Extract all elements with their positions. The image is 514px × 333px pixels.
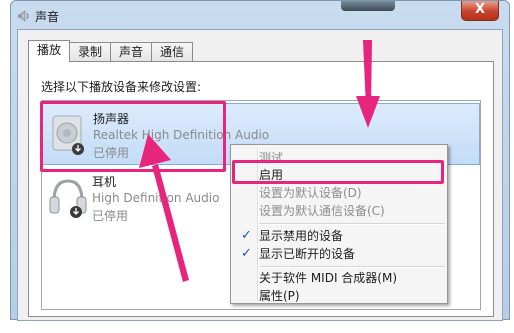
checkmark-icon: ✓ xyxy=(241,228,252,243)
close-icon: X xyxy=(474,2,486,17)
menu-item-label: 显示已断开的设备 xyxy=(259,247,356,261)
highlight-box-speaker xyxy=(40,101,226,172)
window-title: 声音 xyxy=(35,10,60,24)
device-status: 已停用 xyxy=(92,209,129,223)
checkmark-icon: ✓ xyxy=(241,246,252,261)
device-name: 耳机 xyxy=(92,175,117,189)
tab-strip: 播放 录制 声音 通信 xyxy=(28,40,194,62)
close-button[interactable]: X xyxy=(461,1,499,21)
menu-item-show-disconnected[interactable]: ✓ 显示已断开的设备 xyxy=(233,244,445,264)
menu-item-label: 显示禁用的设备 xyxy=(259,229,344,243)
title-bar[interactable]: 声音 X xyxy=(11,1,509,29)
tab-sounds[interactable]: 声音 xyxy=(110,42,153,62)
menu-separator xyxy=(259,223,445,225)
menu-item-set-default-comm[interactable]: 设置为默认通信设备(C) xyxy=(233,201,445,221)
sound-app-icon xyxy=(18,10,29,22)
menu-item-properties[interactable]: 属性(P) xyxy=(233,286,445,306)
menu-item-set-default[interactable]: 设置为默认设备(D) xyxy=(233,183,445,203)
headphones-icon xyxy=(49,179,87,218)
device-description: High Definition Audio xyxy=(92,191,220,205)
tab-communications[interactable]: 通信 xyxy=(151,42,194,62)
menu-item-show-disabled[interactable]: ✓ 显示禁用的设备 xyxy=(233,226,445,246)
menu-item-about-midi[interactable]: 关于软件 MIDI 合成器(M) xyxy=(233,268,445,288)
highlight-box-enable xyxy=(232,160,444,184)
tab-playback[interactable]: 播放 xyxy=(28,40,71,62)
tab-recording[interactable]: 录制 xyxy=(69,42,112,62)
instruction-text: 选择以下播放设备来修改设置: xyxy=(41,80,202,94)
